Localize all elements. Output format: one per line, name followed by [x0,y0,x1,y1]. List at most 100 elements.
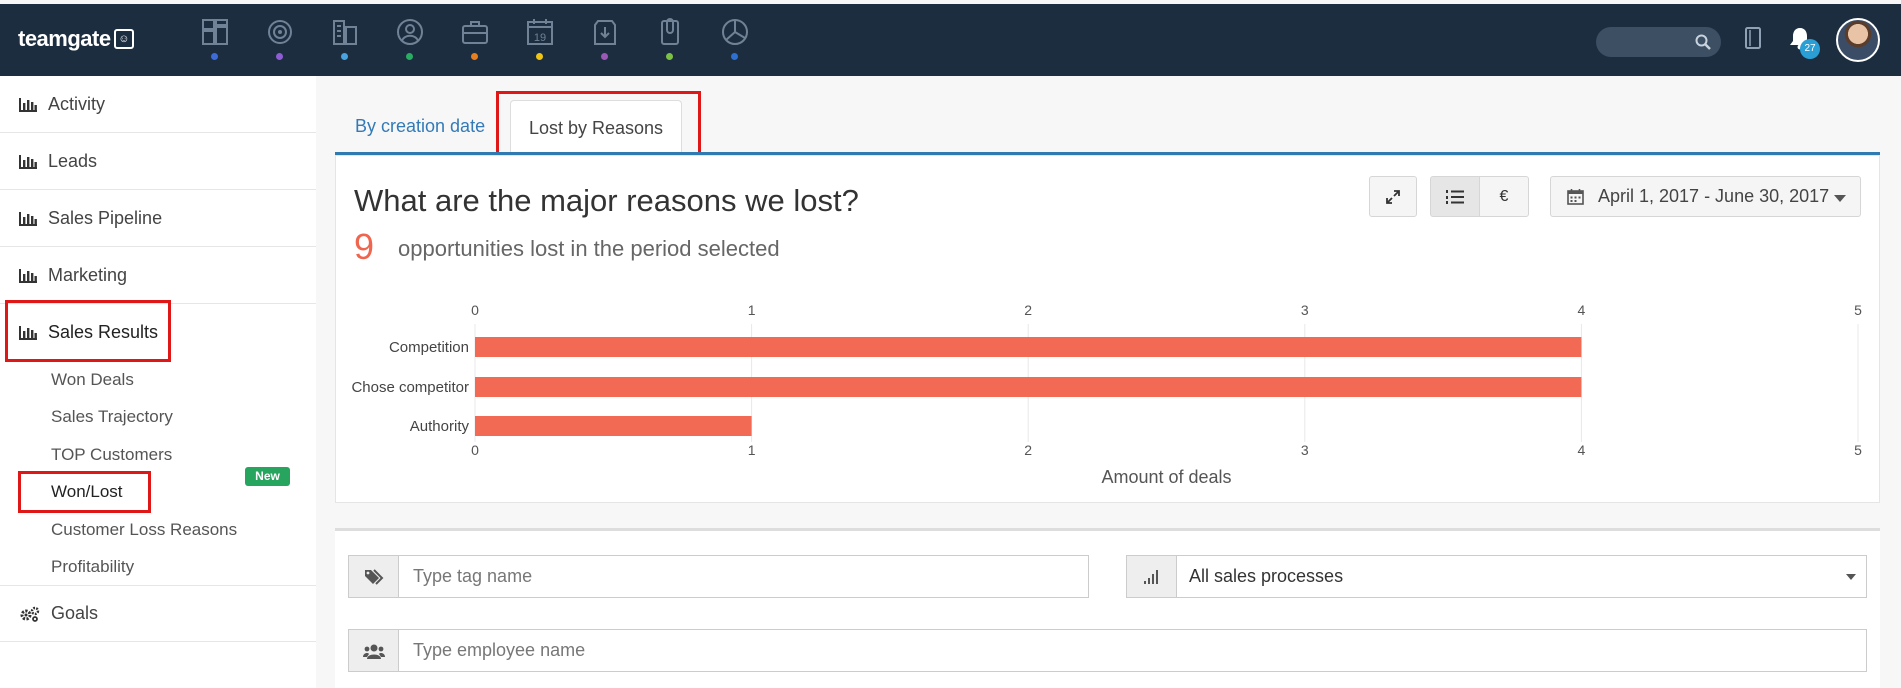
bar-chart-icon [19,211,37,226]
nav-item-reports[interactable] [702,14,767,68]
chevron-down-icon [1846,574,1856,580]
tags-icon [364,568,383,585]
chevron-down-icon [1834,195,1846,202]
sidebar-item-leads[interactable]: Leads [0,133,316,190]
new-badge: New [245,467,290,486]
sidebar-item-label: Activity [48,93,106,114]
x-tick-label-bottom: 2 [1024,442,1032,458]
nav-indicator-dot [536,53,543,60]
nav-item-companies[interactable] [312,14,377,68]
calendar-day-label: 19 [534,32,546,44]
x-tick-label-top: 0 [471,302,479,318]
x-tick-label-bottom: 3 [1301,442,1309,458]
tag-input[interactable] [399,556,1088,597]
user-avatar[interactable] [1836,18,1880,62]
sidebar-subitem-customer-loss-reasons[interactable]: Customer Loss Reasons [51,520,237,540]
sidebar-item-label: Goals [51,603,99,623]
currency-view-button[interactable]: € [1479,176,1529,217]
x-tick-label-bottom: 5 [1854,442,1862,458]
nav-indicator-dot [731,53,738,60]
sidebar-item-sales-pipeline[interactable]: Sales Pipeline [0,190,316,247]
nav-item-deals[interactable] [442,14,507,68]
nav-indicator-dot [666,53,673,60]
employee-filter-field[interactable] [348,629,1867,672]
sidebar-item-label: Marketing [48,264,128,285]
x-tick-label-bottom: 4 [1578,442,1586,458]
sidebar-item-marketing[interactable]: Marketing [0,247,316,304]
tags-addon [349,556,399,597]
nav-indicator-dot [471,53,478,60]
employee-input[interactable] [399,630,1866,671]
category-label: Competition [389,339,469,356]
lost-count-description: opportunities lost in the period selecte… [398,236,780,261]
deals-icon [462,21,488,44]
nav-indicator-dot [276,53,283,60]
signal-bars-icon [1143,569,1158,584]
signal-addon [1127,556,1177,597]
sidebar-subitem-won-deals[interactable]: Won Deals [51,370,134,390]
x-tick-label-top: 5 [1854,302,1862,318]
x-tick-label-bottom: 1 [748,442,756,458]
x-tick-label-top: 3 [1301,302,1309,318]
contacts-icon [397,19,423,45]
x-axis-label: Amount of deals [1101,467,1231,487]
ordered-list-icon [1446,189,1464,204]
companies-icon [333,20,357,45]
report-title: What are the major reasons we lost? [354,183,859,218]
nav-item-target[interactable] [247,14,312,68]
lost-reasons-chart: 0 0 1 1 2 2 3 3 4 4 5 5 Competition Chose competitor A… [351,302,1862,487]
logo-mark-icon: ☺ [113,29,134,49]
x-tick-label-top: 2 [1024,302,1032,318]
teamgate-logo[interactable]: teamgate ☺ [18,26,134,52]
nav-indicator-dot [341,53,348,60]
sidebar-item-activity[interactable]: Activity [0,76,316,133]
notes-icon[interactable] [1745,27,1761,49]
sidebar-subitem-profitability[interactable]: Profitability [51,557,134,577]
x-tick-label-top: 1 [748,302,756,318]
dashboard-icon [202,19,228,45]
nav-indicator-dot [406,53,413,60]
tab-by-creation-date[interactable]: By creation date [355,116,485,137]
sidebar-item-goals[interactable]: Goals [0,585,316,642]
sidebar-item-label: Leads [48,150,98,171]
nav-item-dashboard[interactable] [182,14,247,68]
expand-button[interactable] [1369,176,1417,217]
inbox-icon [594,20,616,45]
date-range-label: April 1, 2017 - June 30, 2017 [1598,186,1830,206]
notification-badge: 27 [1800,39,1820,59]
bar-chart-icon [19,268,37,283]
category-label: Chose competitor [351,379,469,396]
expand-icon [1386,189,1400,204]
sidebar-subitem-won-lost[interactable]: Won/Lost [51,482,123,502]
bar [475,337,1582,357]
users-icon [362,644,385,659]
nav-item-documents[interactable] [637,14,702,68]
nav-item-inbox[interactable] [572,14,637,68]
calendar-icon: 19 [527,19,553,45]
nav-indicator-dot [601,53,608,60]
x-tick-label-top: 4 [1578,302,1586,318]
nav-item-contacts[interactable] [377,14,442,68]
target-icon [268,20,292,44]
bar [475,377,1582,397]
reports-icon [722,19,748,45]
sidebar-item-label: Sales Results [48,322,159,342]
category-label: Authority [410,418,470,435]
reports-sidebar: Activity Leads Sales Pipeline Marketing … [0,76,316,688]
sidebar-subitem-sales-trajectory[interactable]: Sales Trajectory [51,407,173,427]
nav-item-calendar[interactable]: 19 [507,14,572,68]
sales-process-select[interactable]: All sales processes [1126,555,1867,598]
date-range-picker[interactable]: April 1, 2017 - June 30, 2017 [1550,176,1861,217]
sidebar-subitem-top-customers[interactable]: TOP Customers [51,445,172,465]
bar-chart-icon [19,326,37,340]
sidebar-item-sales-results[interactable]: Sales Results [0,304,316,361]
module-nav: 19 [182,14,767,68]
tag-filter-field[interactable] [348,555,1089,598]
nav-indicator-dot [211,53,218,60]
list-view-button[interactable] [1430,176,1480,217]
bar [475,416,752,436]
x-tick-label-bottom: 0 [471,442,479,458]
search-icon [1695,34,1711,50]
tab-lost-by-reasons[interactable]: Lost by Reasons [510,100,682,154]
search-box[interactable] [1596,27,1721,57]
